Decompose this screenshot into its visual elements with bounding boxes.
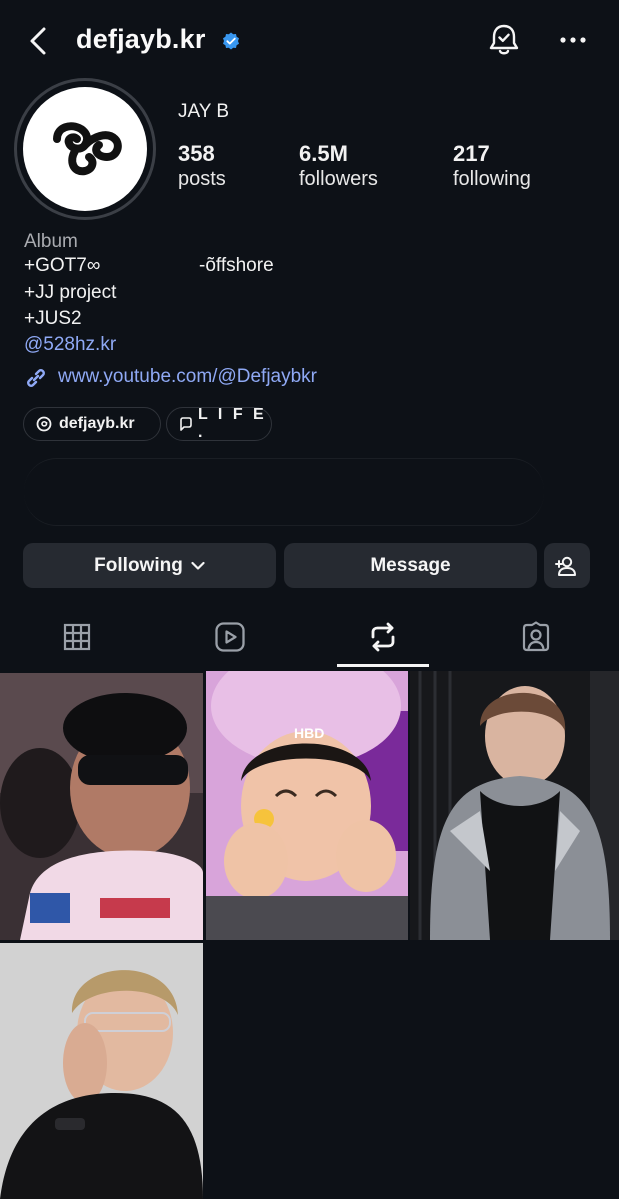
threads-profile-chip[interactable]: defjayb.kr bbox=[23, 407, 161, 441]
bio-mention-link[interactable]: @528hz.kr bbox=[24, 334, 116, 356]
followers-count[interactable]: 6.5M bbox=[299, 141, 348, 167]
verified-badge-icon bbox=[222, 32, 240, 50]
threads-chip-label: defjayb.kr bbox=[59, 415, 135, 432]
tab-tagged[interactable] bbox=[516, 615, 556, 659]
channel-chip-label: L I F E . bbox=[198, 406, 267, 441]
tab-reels[interactable] bbox=[210, 615, 250, 659]
chevron-down-icon bbox=[191, 561, 205, 571]
message-button-label: Message bbox=[370, 554, 451, 576]
profile-category: Album bbox=[24, 231, 78, 252]
tab-posts-grid[interactable] bbox=[57, 615, 97, 659]
profile-external-link[interactable]: www.youtube.com/@Defjaybkr bbox=[58, 366, 317, 388]
link-icon bbox=[23, 365, 49, 391]
notification-bell-icon[interactable] bbox=[487, 22, 521, 58]
followers-label[interactable]: followers bbox=[299, 168, 378, 191]
repost-icon bbox=[368, 621, 398, 653]
grid-post-thumbnail[interactable]: HBD bbox=[206, 671, 408, 940]
broadcast-channel-chip[interactable]: L I F E . bbox=[166, 406, 272, 441]
reels-icon bbox=[214, 621, 246, 653]
bio-line-right: -õffshore bbox=[199, 255, 274, 276]
following-button-label: Following bbox=[94, 554, 183, 576]
avatar[interactable] bbox=[23, 87, 147, 211]
grid-post-thumbnail[interactable] bbox=[410, 671, 619, 940]
following-button[interactable]: Following bbox=[23, 543, 276, 588]
active-tab-indicator bbox=[337, 664, 429, 667]
bio-line: +JJ project bbox=[24, 282, 117, 303]
post-overlay-text: HBD bbox=[294, 725, 325, 741]
suggested-users-button[interactable] bbox=[544, 543, 590, 588]
channel-icon bbox=[178, 416, 194, 432]
display-name: JAY B bbox=[178, 101, 230, 122]
message-button[interactable]: Message bbox=[284, 543, 537, 588]
more-options-icon[interactable] bbox=[559, 30, 587, 50]
tagged-person-icon bbox=[520, 621, 552, 653]
bio-line: +JUS2 bbox=[24, 308, 82, 329]
add-user-icon bbox=[555, 555, 579, 577]
threads-icon bbox=[36, 416, 52, 432]
following-label[interactable]: following bbox=[453, 168, 531, 191]
avatar-logo-icon bbox=[53, 122, 122, 176]
grid-post-thumbnail[interactable] bbox=[0, 943, 203, 1199]
following-count[interactable]: 217 bbox=[453, 141, 490, 167]
grid-icon bbox=[63, 623, 91, 651]
grid-post-thumbnail[interactable] bbox=[0, 673, 203, 940]
bio-line: +GOT7∞ bbox=[24, 255, 101, 276]
tab-reposts[interactable] bbox=[363, 615, 403, 659]
back-arrow-icon[interactable] bbox=[22, 24, 56, 58]
posts-count[interactable]: 358 bbox=[178, 141, 215, 167]
profile-username: defjayb.kr bbox=[76, 24, 206, 54]
posts-label[interactable]: posts bbox=[178, 168, 226, 191]
story-highlights-area bbox=[24, 458, 544, 526]
